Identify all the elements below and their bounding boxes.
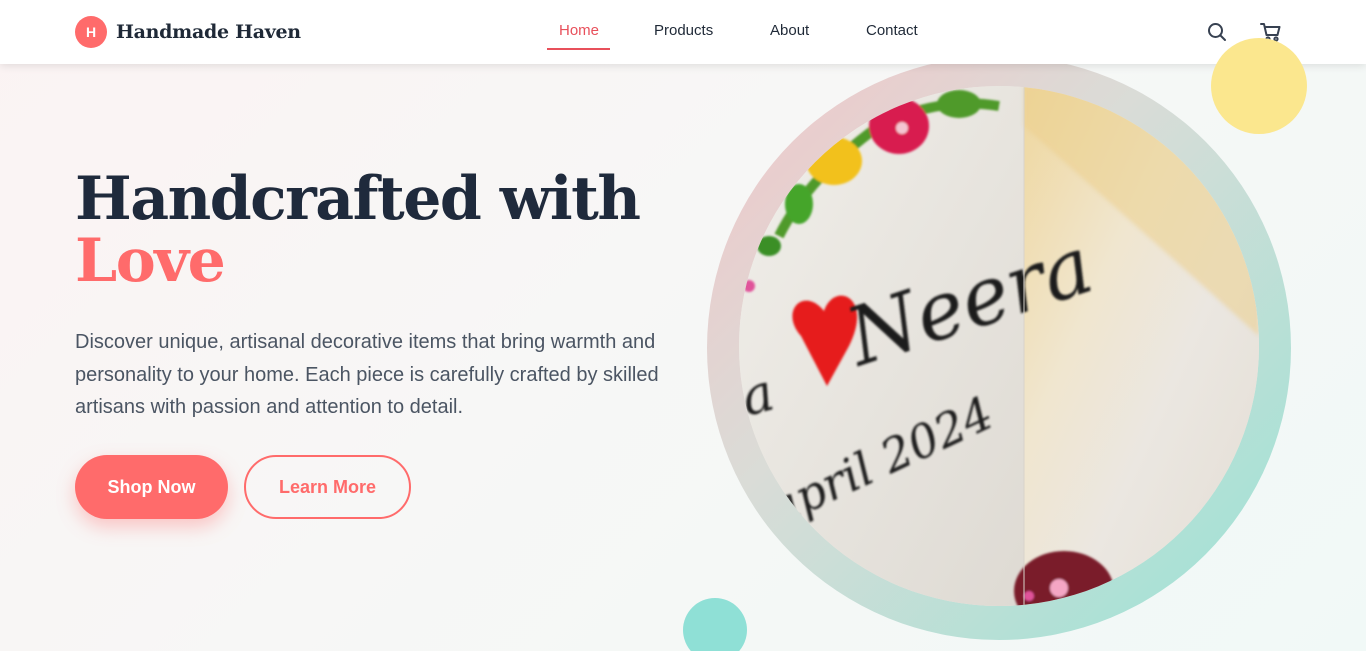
- learn-more-button[interactable]: Learn More: [244, 455, 411, 519]
- nav-active-indicator: [547, 48, 610, 50]
- shop-now-button[interactable]: Shop Now: [75, 455, 228, 519]
- hero-title: Handcrafted with Love: [75, 168, 641, 296]
- main-nav: Home Products About Contact: [0, 0, 1366, 64]
- hero-image: Neera april 2024 a: [739, 86, 1259, 606]
- nav-item-home[interactable]: Home: [559, 22, 599, 39]
- site-header: H Handmade Haven Home Products About Con…: [0, 0, 1366, 64]
- nav-item-products[interactable]: Products: [654, 22, 713, 39]
- nav-item-contact[interactable]: Contact: [866, 22, 918, 39]
- hero-description: Discover unique, artisanal decorative it…: [75, 331, 659, 418]
- search-icon[interactable]: [1205, 20, 1229, 44]
- embroidery-photo: Neera april 2024 a: [739, 86, 1259, 606]
- hero-title-line: Handcrafted with: [75, 164, 641, 234]
- hero-title-accent: Love: [75, 226, 226, 296]
- nav-item-about[interactable]: About: [770, 22, 809, 39]
- decorative-yellow-circle: [1211, 38, 1307, 134]
- decorative-teal-circle: [683, 598, 747, 651]
